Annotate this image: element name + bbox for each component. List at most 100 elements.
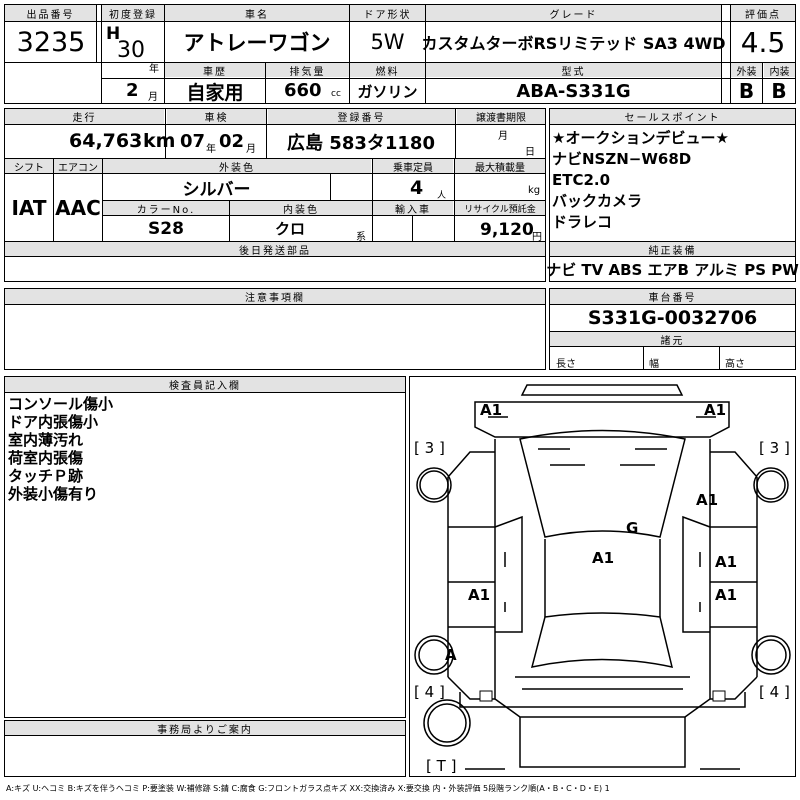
chassis-label: 車台番号 [550,289,795,304]
reg-no-label: 登録番号 [268,109,455,124]
insp-year-unit: 年 [206,144,216,155]
ext-color: シルバー [182,179,251,200]
capacity: 4 [410,177,424,199]
exterior-label: 外装 [731,63,762,78]
capacity-label: 乗車定員 [373,159,453,174]
interior-label: 内装 [764,63,795,78]
capacity-unit: 人 [437,191,447,201]
inspector-line: ドア内張傷小 [8,413,99,431]
inspector-line: 外装小傷有り [8,485,99,503]
ac: AAC [55,195,101,220]
tire-label-rear-left: [ 4 ] [414,683,445,701]
max-load-label: 最大積載量 [455,159,545,174]
inspector-line: タッチＰ跡 [8,467,84,485]
score-value: 4.5 [740,25,786,59]
year-unit: 年 [149,64,159,75]
door-type: 5W [370,30,405,54]
sales-point: ドラレコ [552,213,613,231]
tire-label-front-left: [ 3 ] [414,439,445,457]
grade: カスタムターボRSリミテッド SA3 4WD [421,34,726,53]
model-label: 型式 [426,63,721,78]
displacement-label: 排気量 [266,63,349,78]
insp-month-unit: 月 [246,144,256,155]
equipment-items: ナビ TV ABS エアB アルミ PS PW [546,260,799,279]
damage-mark: G [626,519,639,537]
car-name-label: 車名 [165,5,349,21]
damage-mark: A1 [468,586,491,604]
width-label: 幅 [649,359,659,370]
damage-diagram: A1 A1 A1 G A1 A1 A1 A1 A [ 3 ] [ 3 ] [ 4… [409,376,796,777]
ac-label: エアコン [54,159,102,174]
insp-month: 02 [219,131,245,152]
mileage-label: 走行 [5,109,164,124]
model: ABA-S331G [516,80,631,102]
displacement-unit: cc [331,89,341,99]
recycle-unit: 円 [532,232,542,243]
mileage-unit: km [143,130,176,152]
int-color: クロ [274,220,305,238]
reg-month: 2 [126,80,139,101]
color-no-label: カラーNo. [103,201,229,216]
insp-year: 07 [180,131,206,152]
inspector-line: コンソール傷小 [8,395,114,413]
chassis-number: S331G-0032706 [587,307,758,329]
door-label: ドア形状 [350,5,425,21]
notes-label: 注意事項欄 [5,289,545,304]
mileage: 64,763 [69,130,143,152]
inspector-line: 室内薄汚れ [8,431,84,449]
height-label: 高さ [725,359,745,370]
damage-mark: A1 [715,553,738,571]
reg-year: 30 [117,38,145,63]
transfer-label: 譲渡書期限 [457,109,545,124]
fuel: ガソリン [357,82,418,101]
recycle-label: リサイクル預託金 [455,201,545,215]
tire-label-spare: [ T ] [426,757,457,775]
sales-label: セールスポイント [550,109,795,124]
length-label: 長さ [556,359,576,370]
damage-mark: A1 [696,491,719,509]
transfer-month: 月 [498,131,508,142]
first-reg-label: 初度登録 [102,5,164,21]
interior-grade: B [771,79,787,103]
damage-mark: A1 [480,401,503,419]
inspection-label: 車検 [167,109,266,124]
transfer-day: 日 [525,147,535,158]
month-unit: 月 [148,92,158,103]
inspector-notes: コンソール傷小 ドア内張傷小 室内薄汚れ 荷室内張傷 タッチＰ跡 外装小傷有り [8,395,113,503]
lot-number: 3235 [16,26,86,58]
equipment-label: 純正装備 [550,242,795,257]
tire-label-front-right: [ 3 ] [759,439,790,457]
sales-point: バックカメラ [552,192,643,210]
car-name: アトレーワゴン [183,31,331,55]
damage-mark: A1 [704,401,727,419]
int-color-label: 内装色 [230,201,372,216]
damage-mark: A [445,646,457,664]
office-label: 事務局よりご案内 [5,721,405,736]
later-parts-label: 後日発送部品 [5,242,545,257]
shift-label: シフト [5,159,53,174]
dims-label: 諸元 [550,332,795,347]
fuel-label: 燃料 [350,63,425,78]
vehicle-outline [414,384,791,770]
exterior-grade: B [738,79,755,103]
legend: A:キズ U:ヘコミ B:キズを伴うヘコミ P:要塗装 W:補修跡 S:錆 C:… [6,784,610,793]
sales-point: ★オークションデビュー★ [552,129,729,147]
tire-label-rear-right: [ 4 ] [759,683,790,701]
lot-label: 出品番号 [5,5,96,21]
inspector-label: 検査員記入欄 [5,377,405,392]
sales-point: ナビNSZN−W68D [552,150,692,168]
max-load-unit: kg [528,185,541,196]
sales-point: ETC2.0 [552,171,611,189]
score-label: 評価点 [731,5,795,21]
recycle: 9,120 [480,220,534,240]
reg-no: 広島 583タ1180 [287,132,435,154]
import-label: 輸入車 [373,201,453,216]
sales-points-list: ★オークションデビュー★ ナビNSZN−W68D ETC2.0 バックカメラ ド… [552,128,729,233]
grade-label: グレード [426,5,721,21]
ext-color-label: 外装色 [103,159,371,174]
int-color-unit: 系 [356,232,366,243]
displacement: 660 [284,80,322,101]
shift: IAT [11,195,47,220]
history: 自家用 [186,81,244,104]
damage-mark: A1 [592,549,615,567]
